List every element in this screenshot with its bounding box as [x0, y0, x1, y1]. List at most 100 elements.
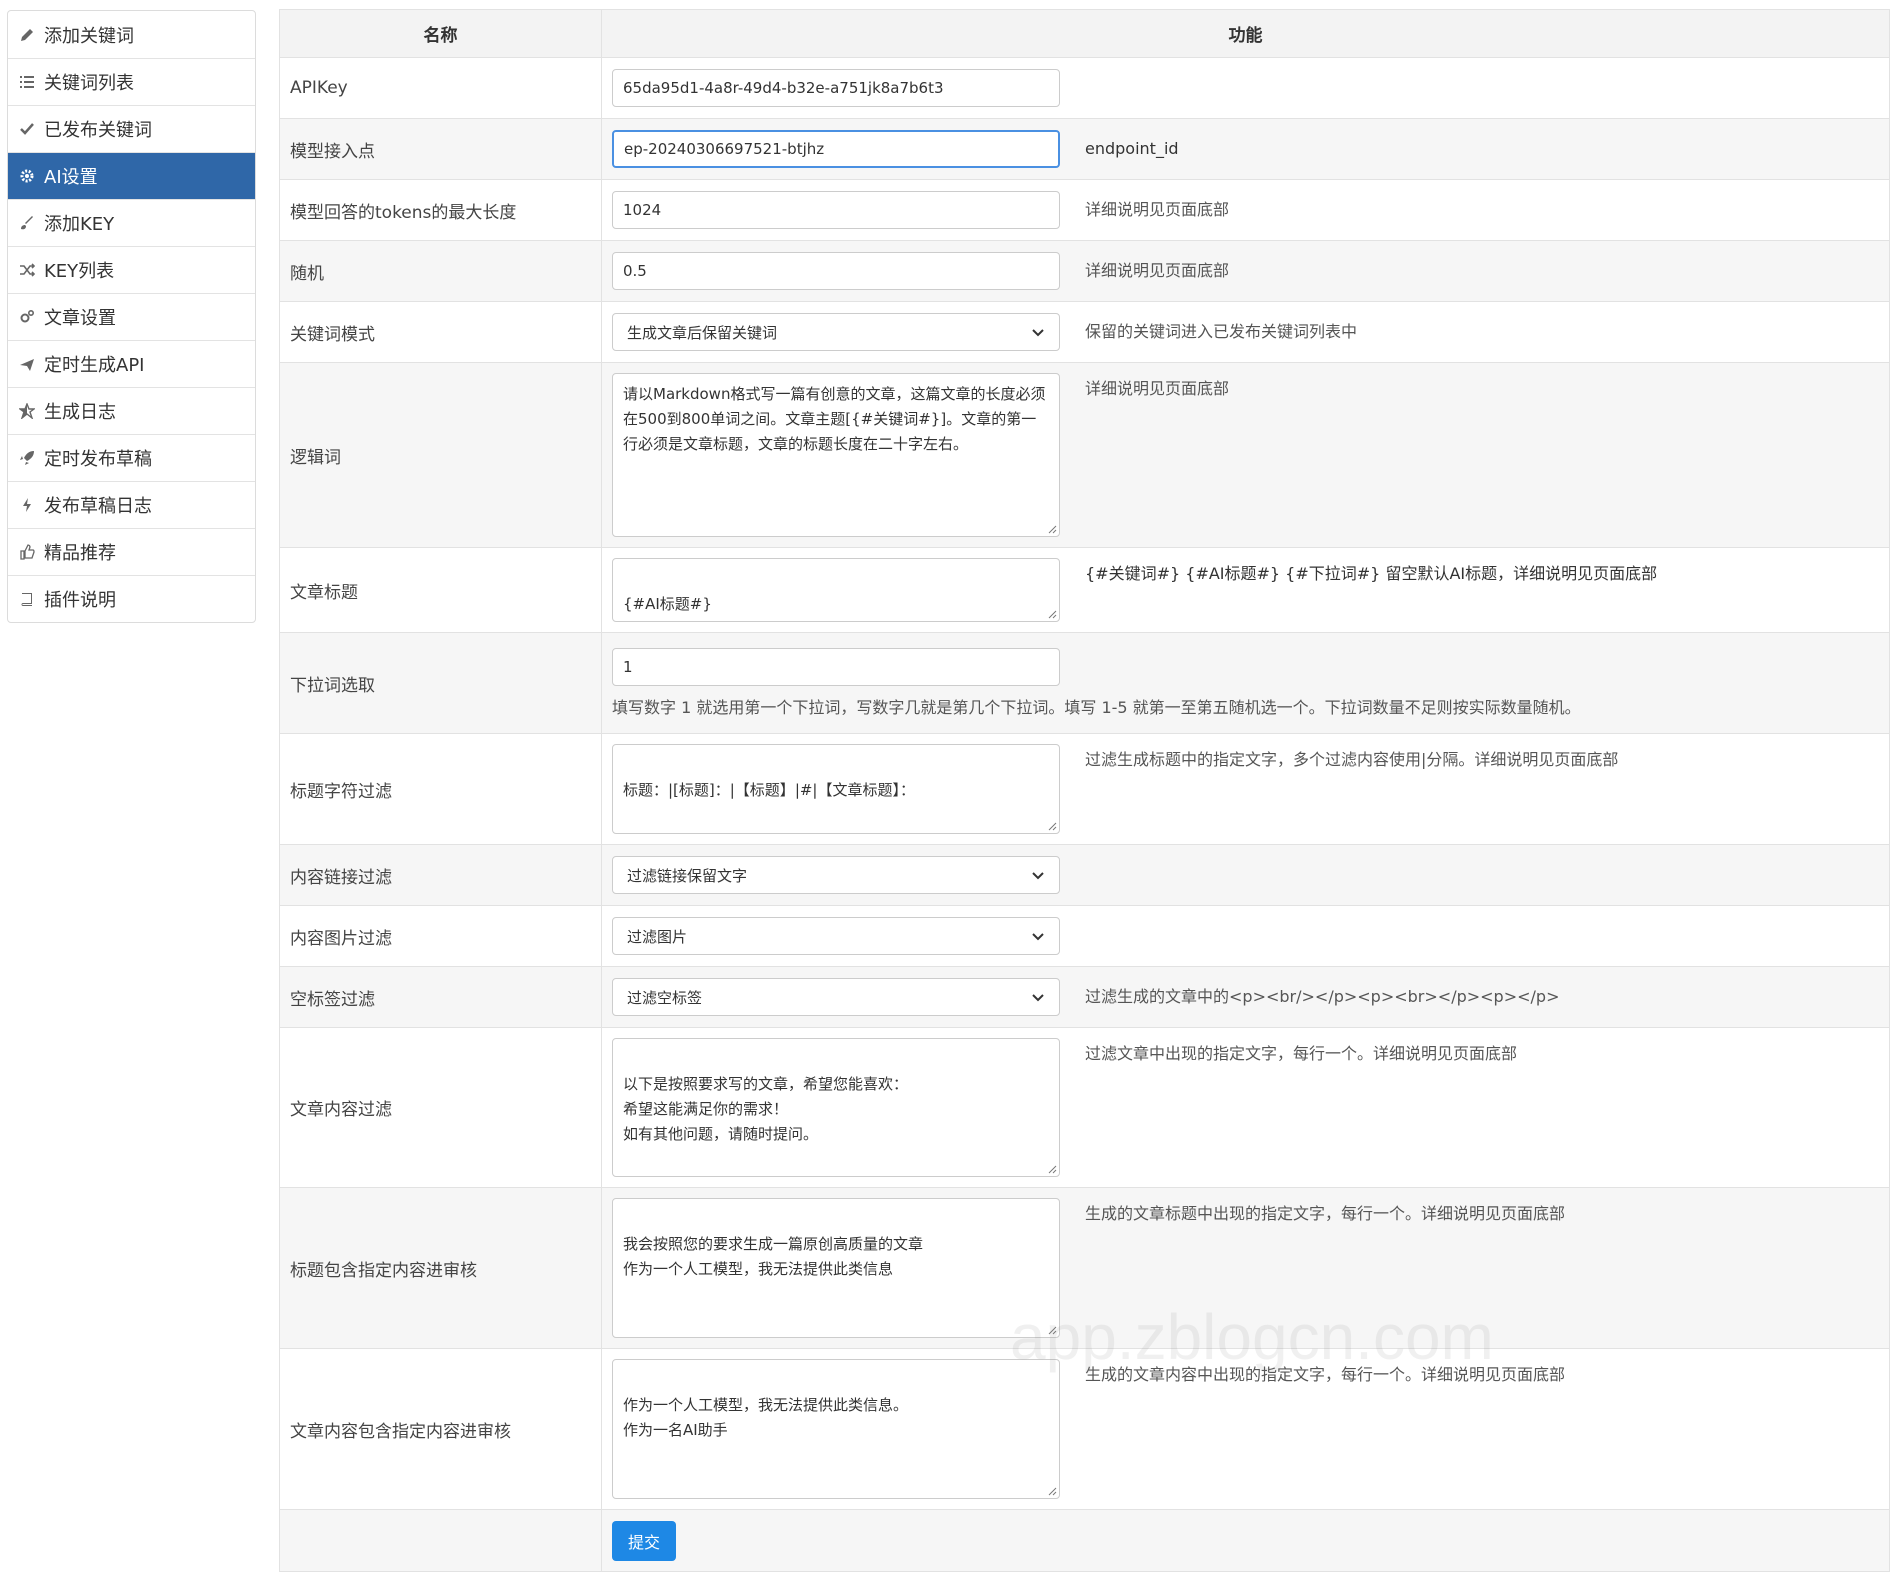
- sidebar-item-recommended[interactable]: 精品推荐: [8, 528, 255, 575]
- table-row: 文章内容过滤 以下是按照要求写的文章，希望您能喜欢： 希望这能满足你的需求！ 如…: [279, 1027, 1890, 1188]
- image-filter-selected: 过滤图片: [627, 927, 688, 946]
- link-filter-selected: 过滤链接保留文字: [627, 866, 748, 885]
- chevron-down-icon: [1032, 994, 1044, 1002]
- sidebar-item-label: 发布草稿日志: [44, 496, 152, 517]
- sidebar-item-generation-log[interactable]: 生成日志: [8, 387, 255, 434]
- table-row: 文章标题 {#AI标题#} {#关键词#} {#AI标题#} {#下拉词#} 留…: [279, 547, 1890, 633]
- star-half-icon: [18, 402, 36, 420]
- sidebar-item-label: 定时发布草稿: [44, 449, 152, 470]
- settings-table: 名称 功能 APIKey 模型接入点 endpoint_id 模型回答的toke…: [279, 9, 1890, 1572]
- sidebar-item-article-settings[interactable]: 文章设置: [8, 293, 255, 340]
- table-row: 关键词模式 生成文章后保留关键词 保留的关键词进入已发布关键词列表中: [279, 301, 1890, 363]
- endpoint-help: endpoint_id: [1085, 139, 1179, 158]
- resize-grip-icon[interactable]: [1047, 1164, 1057, 1174]
- book-icon: [18, 590, 36, 608]
- content-review-text: 作为一个人工模型，我无法提供此类信息。 作为一名AI助手: [623, 1396, 909, 1439]
- sidebar-item-label: AI设置: [44, 167, 98, 188]
- chevron-down-icon: [1032, 933, 1044, 941]
- endpoint-input[interactable]: [612, 130, 1060, 168]
- sidebar-item-label: 添加关键词: [44, 25, 134, 47]
- list-icon: [18, 73, 36, 91]
- logic-text: 请以Markdown格式写一篇有创意的文章，这篇文章的长度必须在500到800单…: [623, 385, 1046, 453]
- content-filter-textarea[interactable]: 以下是按照要求写的文章，希望您能喜欢： 希望这能满足你的需求！ 如有其他问题，请…: [612, 1038, 1060, 1177]
- title-review-text: 我会按照您的要求生成一篇原创高质量的文章 作为一个人工模型，我无法提供此类信息: [623, 1235, 924, 1278]
- gears-icon: [18, 308, 36, 326]
- resize-grip-icon[interactable]: [1047, 609, 1057, 619]
- column-header-function: 功能: [601, 9, 1890, 58]
- table-row: 标题包含指定内容进审核 我会按照您的要求生成一篇原创高质量的文章 作为一个人工模…: [279, 1187, 1890, 1349]
- bolt-icon: [18, 496, 36, 514]
- sidebar-item-published-keywords[interactable]: 已发布关键词: [8, 105, 255, 152]
- sidebar-item-add-key[interactable]: 添加KEY: [8, 199, 255, 246]
- resize-grip-icon[interactable]: [1047, 1325, 1057, 1335]
- sidebar-item-label: 添加KEY: [44, 214, 115, 235]
- title-textarea[interactable]: {#AI标题#}: [612, 558, 1060, 622]
- row-label-link-filter: 内容链接过滤: [279, 844, 602, 906]
- title-help: {#关键词#} {#AI标题#} {#下拉词#} 留空默认AI标题，详细说明见页…: [1085, 564, 1658, 583]
- max-tokens-input[interactable]: [612, 191, 1060, 229]
- title-filter-textarea[interactable]: 标题：|[标题]：|【标题】|#|【文章标题】：: [612, 744, 1060, 834]
- table-row: 空标签过滤 过滤空标签 过滤生成的文章中的<p><br/></p><p><br>…: [279, 966, 1890, 1028]
- sidebar-item-add-keyword[interactable]: 添加关键词: [8, 11, 255, 58]
- table-row: 随机 详细说明见页面底部: [279, 240, 1890, 302]
- dropdown-index-input[interactable]: [612, 648, 1060, 686]
- row-label-dropdown: 下拉词选取: [279, 632, 602, 734]
- row-label-title-review: 标题包含指定内容进审核: [279, 1187, 602, 1349]
- sidebar-item-scheduled-drafts[interactable]: 定时发布草稿: [8, 434, 255, 481]
- sidebar-item-scheduled-api[interactable]: 定时生成API: [8, 340, 255, 387]
- keyword-mode-selected: 生成文章后保留关键词: [627, 323, 778, 342]
- dropdown-help: 填写数字 1 就选用第一个下拉词，写数字几就是第几个下拉词。填写 1-5 就第一…: [612, 698, 1581, 717]
- empty-tag-filter-select[interactable]: 过滤空标签: [612, 978, 1060, 1016]
- row-label-content-filter: 文章内容过滤: [279, 1027, 602, 1188]
- link-filter-select[interactable]: 过滤链接保留文字: [612, 856, 1060, 894]
- logic-textarea[interactable]: 请以Markdown格式写一篇有创意的文章，这篇文章的长度必须在500到800单…: [612, 373, 1060, 537]
- shuffle-icon: [18, 261, 36, 279]
- settings-panel: 名称 功能 APIKey 模型接入点 endpoint_id 模型回答的toke…: [279, 9, 1890, 1572]
- plane-icon: [18, 355, 36, 373]
- row-label-logic: 逻辑词: [279, 362, 602, 548]
- content-filter-help: 过滤文章中出现的指定文字，每行一个。详细说明见页面底部: [1085, 1044, 1518, 1063]
- sidebar-item-label: KEY列表: [44, 261, 115, 282]
- random-input[interactable]: [612, 252, 1060, 290]
- apikey-input[interactable]: [612, 69, 1060, 107]
- sidebar-item-plugin-help[interactable]: 插件说明: [8, 575, 255, 622]
- thumbs-up-icon: [18, 543, 36, 561]
- sidebar-item-key-list[interactable]: KEY列表: [8, 246, 255, 293]
- title-filter-help: 过滤生成标题中的指定文字，多个过滤内容使用|分隔。详细说明见页面底部: [1085, 750, 1619, 769]
- keyword-mode-select[interactable]: 生成文章后保留关键词: [612, 313, 1060, 351]
- sidebar-item-label: 定时生成API: [44, 355, 145, 376]
- title-review-help: 生成的文章标题中出现的指定文字，每行一个。详细说明见页面底部: [1085, 1204, 1566, 1223]
- resize-grip-icon[interactable]: [1047, 1486, 1057, 1496]
- title-review-textarea[interactable]: 我会按照您的要求生成一篇原创高质量的文章 作为一个人工模型，我无法提供此类信息: [612, 1198, 1060, 1338]
- title-text: {#AI标题#}: [623, 595, 712, 613]
- row-label-random: 随机: [279, 240, 602, 302]
- content-review-help: 生成的文章内容中出现的指定文字，每行一个。详细说明见页面底部: [1085, 1365, 1566, 1384]
- sidebar-item-ai-settings[interactable]: AI设置: [8, 152, 255, 199]
- sidebar-item-label: 精品推荐: [44, 543, 116, 564]
- rocket-icon: [18, 449, 36, 467]
- table-row: 逻辑词 请以Markdown格式写一篇有创意的文章，这篇文章的长度必须在500到…: [279, 362, 1890, 548]
- submit-button[interactable]: 提交: [612, 1520, 676, 1561]
- resize-grip-icon[interactable]: [1047, 524, 1057, 534]
- empty-tag-filter-help: 过滤生成的文章中的<p><br/></p><p><br></p><p></p>: [1085, 987, 1560, 1006]
- random-help: 详细说明见页面底部: [1085, 261, 1230, 280]
- row-label-apikey: APIKey: [279, 57, 602, 119]
- check-icon: [18, 120, 36, 138]
- row-label-title: 文章标题: [279, 547, 602, 633]
- image-filter-select[interactable]: 过滤图片: [612, 917, 1060, 955]
- row-label-title-filter: 标题字符过滤: [279, 733, 602, 845]
- row-label-tokens: 模型回答的tokens的最大长度: [279, 179, 602, 241]
- row-label-empty-tag-filter: 空标签过滤: [279, 966, 602, 1028]
- content-review-textarea[interactable]: 作为一个人工模型，我无法提供此类信息。 作为一名AI助手: [612, 1359, 1060, 1499]
- sidebar-item-label: 关键词列表: [44, 73, 134, 94]
- pencil-icon: [18, 26, 36, 44]
- column-header-name: 名称: [279, 9, 602, 58]
- table-row: 模型接入点 endpoint_id: [279, 118, 1890, 180]
- resize-grip-icon[interactable]: [1047, 821, 1057, 831]
- sidebar-item-keyword-list[interactable]: 关键词列表: [8, 58, 255, 105]
- row-label-content-review: 文章内容包含指定内容进审核: [279, 1348, 602, 1510]
- chevron-down-icon: [1032, 872, 1044, 880]
- table-row: 模型回答的tokens的最大长度 详细说明见页面底部: [279, 179, 1890, 241]
- table-row: 内容图片过滤 过滤图片: [279, 905, 1890, 967]
- sidebar-item-draft-log[interactable]: 发布草稿日志: [8, 481, 255, 528]
